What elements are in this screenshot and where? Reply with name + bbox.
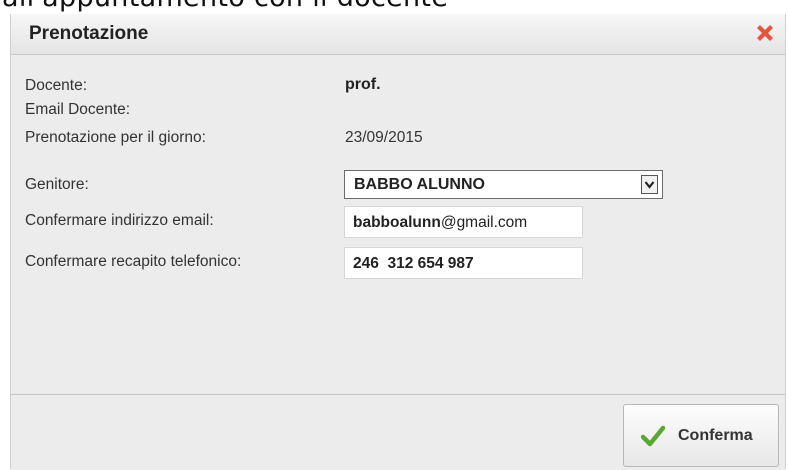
- telefono-label: Confermare recapito telefonico:: [25, 253, 242, 270]
- check-icon: [640, 425, 666, 447]
- email-value-rest: @gmail.com: [440, 214, 528, 231]
- dialog-title: Prenotazione: [29, 23, 149, 44]
- chevron-down-icon[interactable]: [641, 175, 658, 194]
- dialog-footer: Conferma: [11, 394, 785, 470]
- caption-text: all'appuntamento con il docente: [2, 0, 448, 13]
- telefono-field[interactable]: 246 312 654 987: [344, 247, 583, 279]
- genitore-label: Genitore:: [25, 176, 89, 193]
- background-caption: all'appuntamento con il docente: [0, 0, 788, 14]
- email-value-bold: babboalunn: [353, 214, 441, 231]
- giorno-value: 23/09/2015: [345, 129, 423, 146]
- confirm-button[interactable]: Conferma: [623, 404, 779, 467]
- giorno-label: Prenotazione per il giorno:: [25, 129, 206, 146]
- close-icon[interactable]: [753, 21, 777, 45]
- docente-value: prof.: [345, 76, 381, 93]
- dialog-content: Docente: prof. Email Docente: Prenotazio…: [11, 55, 785, 393]
- genitore-selected-value: BABBO ALUNNO: [354, 176, 485, 193]
- email-docente-label: Email Docente:: [25, 101, 131, 118]
- booking-dialog: Prenotazione Docente: prof. Email Docent…: [10, 14, 786, 470]
- email-label: Confermare indirizzo email:: [25, 212, 214, 229]
- genitore-select[interactable]: BABBO ALUNNO: [344, 170, 663, 199]
- dialog-titlebar: Prenotazione: [11, 14, 785, 55]
- email-field-value: babboalunn@gmail.com: [353, 214, 527, 232]
- email-field[interactable]: babboalunn@gmail.com: [344, 206, 583, 238]
- telefono-field-value: 246 312 654 987: [353, 255, 474, 272]
- confirm-label: Conferma: [678, 427, 753, 444]
- docente-label: Docente:: [25, 77, 88, 94]
